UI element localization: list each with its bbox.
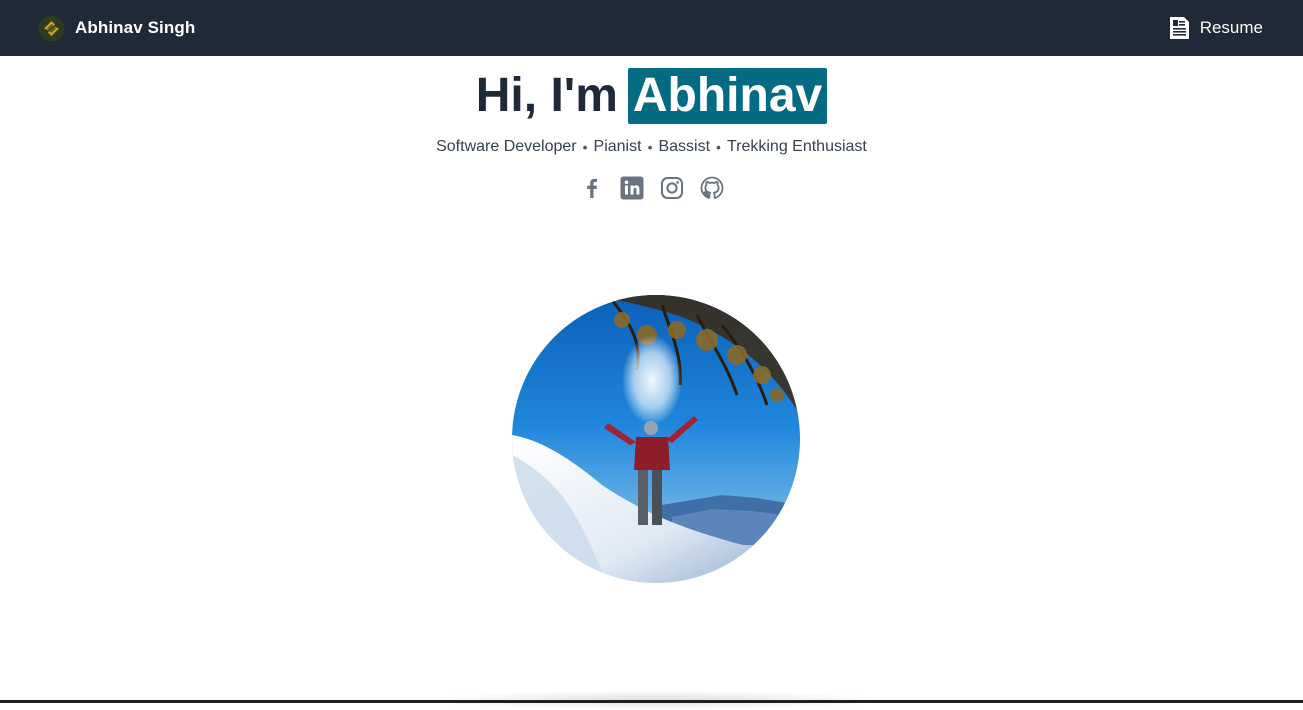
profile-photo (512, 295, 800, 583)
brand-home-link[interactable]: Abhinav Singh (38, 15, 195, 42)
instagram-icon (660, 177, 683, 199)
tagline-separator: • (716, 139, 721, 155)
tagline: Software Developer • Pianist • Bassist •… (0, 138, 1303, 156)
social-links (0, 176, 1303, 200)
tagline-item: Trekking Enthusiast (726, 138, 867, 155)
tagline-item: Pianist (593, 138, 642, 155)
linkedin-link[interactable] (620, 176, 644, 200)
resume-document-icon (1169, 17, 1189, 39)
tagline-separator: • (647, 139, 653, 155)
tagline-separator: • (582, 139, 588, 155)
github-link[interactable] (700, 176, 724, 200)
page-title: Hi, I'm Abhinav (0, 68, 1303, 124)
brand-name: Abhinav Singh (75, 18, 196, 37)
github-icon (700, 176, 723, 199)
tagline-item: Software Developer (436, 138, 577, 155)
profile-photo-image (512, 295, 800, 583)
headline-prefix: Hi, I'm (475, 69, 618, 122)
linkedin-icon (620, 176, 643, 200)
abhinav-logo-icon (38, 15, 65, 41)
facebook-link[interactable] (580, 176, 604, 200)
tagline-item: Bassist (658, 138, 711, 155)
resume-label: Resume (1199, 18, 1263, 37)
facebook-icon (586, 178, 597, 198)
headline-name-highlight: Abhinav (627, 68, 828, 124)
top-navbar: Abhinav Singh Resume (0, 0, 1303, 56)
resume-link[interactable]: Resume (1169, 16, 1263, 40)
instagram-link[interactable] (660, 176, 684, 200)
